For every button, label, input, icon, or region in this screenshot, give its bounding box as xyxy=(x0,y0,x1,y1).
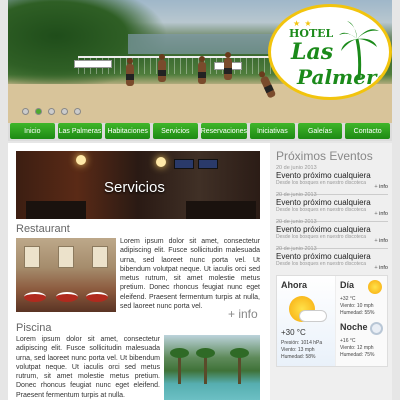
tv-screen xyxy=(198,159,218,169)
weather-day-label: Día xyxy=(340,280,355,290)
slider-dot[interactable] xyxy=(61,108,68,115)
event-description: Desde los bosques en nuestro discoteca xyxy=(276,180,367,186)
window xyxy=(24,246,40,268)
weather-night-humidity: Humedad: 75% xyxy=(340,352,375,358)
weather-forecast: Día +32 °C Viento: 10 mph Humedad: 55% N… xyxy=(335,276,387,366)
hero-player xyxy=(224,52,232,80)
palm-tree-icon xyxy=(339,21,379,79)
weather-widget: Ahora +30 °C Presión: 1014 hPa Viento: 1… xyxy=(276,275,388,367)
event-description: Desde los bosques en nuestro discoteca xyxy=(276,234,367,240)
pool-photo[interactable] xyxy=(164,335,260,400)
event-title: Evento próximo cualquiera xyxy=(276,252,371,261)
events-title: Próximos Eventos xyxy=(276,149,373,163)
sun-icon xyxy=(368,280,382,294)
lamp-light xyxy=(156,157,166,167)
palm-tree xyxy=(230,348,249,384)
event-info-link[interactable]: + info xyxy=(374,265,388,271)
event-info-label: info xyxy=(379,184,388,190)
event-info-link[interactable]: + info xyxy=(374,238,388,244)
event-info-label: info xyxy=(379,211,388,217)
restaurant-photo[interactable] xyxy=(16,238,116,312)
weather-now: Ahora +30 °C Presión: 1014 hPa Viento: 1… xyxy=(277,276,335,366)
more-info-link[interactable]: + info xyxy=(228,307,258,321)
window xyxy=(92,246,108,268)
nav-item[interactable]: Inicio xyxy=(10,123,55,139)
event-info-link[interactable]: + info xyxy=(374,184,388,190)
hero-player xyxy=(126,58,134,86)
servicios-title: Servicios xyxy=(104,179,165,196)
lounge-furniture xyxy=(186,201,256,219)
weather-now-pressure: Presión: 1014 hPa xyxy=(281,340,323,346)
event-info-label: info xyxy=(379,265,388,271)
event-info-prefix: + xyxy=(374,211,378,217)
weather-now-wind: Viento: 13 mph xyxy=(281,347,315,353)
nav-item[interactable]: Galeías xyxy=(297,123,343,139)
dining-table xyxy=(56,292,78,302)
weather-night-label: Noche xyxy=(340,322,368,332)
nav-item[interactable]: Iniciativas xyxy=(250,123,295,139)
lamp-light xyxy=(76,155,86,165)
tv-screen xyxy=(174,159,194,169)
weather-night-wind: Viento: 12 mph xyxy=(340,345,374,351)
event-item[interactable]: 20 de junio 2013 Evento próximo cualquier… xyxy=(276,219,388,249)
event-title: Evento próximo cualquiera xyxy=(276,198,371,207)
lounge-furniture xyxy=(26,201,86,219)
event-item[interactable]: 20 de junio 2013 Evento próximo cualquier… xyxy=(276,165,388,195)
main-nav: Inicio Las Palmeras Habitaciones Servicios R… xyxy=(8,123,392,141)
palm-tree xyxy=(170,348,189,384)
weather-now-label: Ahora xyxy=(281,280,308,290)
event-info-prefix: + xyxy=(374,265,378,271)
slider-dot[interactable] xyxy=(22,108,29,115)
slider-dot[interactable] xyxy=(48,108,55,115)
piscina-text: Lorem ipsum dolor sit amet, consectetur … xyxy=(16,336,160,399)
event-description: Desde los bosques en nuestro discoteca xyxy=(276,207,367,213)
dining-table xyxy=(24,292,46,302)
cloud-icon xyxy=(299,310,327,322)
main-content: Servicios Restaurant Lorem ipsum dolor s… xyxy=(8,143,392,400)
event-title: Evento próximo cualquiera xyxy=(276,171,371,180)
nav-item[interactable]: Contacto xyxy=(345,123,391,139)
logo-name-line1: Las xyxy=(291,39,334,65)
restaurant-title: Restaurant xyxy=(16,223,70,235)
weather-now-temp: +30 °C xyxy=(281,328,306,337)
slider-dot[interactable] xyxy=(35,108,42,115)
piscina-title: Piscina xyxy=(16,322,52,334)
restaurant-text: Lorem ipsum dolor sit amet, consectetur … xyxy=(120,238,260,311)
event-info-prefix: + xyxy=(374,238,378,244)
event-info-label: info xyxy=(379,238,388,244)
weather-night-temp: +16 °C xyxy=(340,338,356,344)
weather-day-wind: Viento: 10 mph xyxy=(340,303,374,309)
moon-icon xyxy=(370,322,383,335)
hotel-logo[interactable]: ★ ★ HOTEL Las Palmeras xyxy=(268,4,392,100)
weather-day-temp: +32 °C xyxy=(340,296,356,302)
sidebar: Próximos Eventos 20 de junio 2013 Evento … xyxy=(270,143,392,400)
event-info-link[interactable]: + info xyxy=(374,211,388,217)
window xyxy=(58,246,74,268)
dining-table xyxy=(86,292,108,302)
weather-day-humidity: Humedad: 55% xyxy=(340,310,375,316)
servicios-banner[interactable]: Servicios xyxy=(16,151,260,219)
event-description: Desde los bosques en nuestro discoteca xyxy=(276,261,367,267)
nav-item[interactable]: Habitaciones xyxy=(105,123,151,139)
weather-now-humidity: Humedad: 58% xyxy=(281,354,316,360)
slider-dot[interactable] xyxy=(74,108,81,115)
hero-player xyxy=(198,56,206,84)
nav-item[interactable]: Servicios xyxy=(153,123,198,139)
palm-tree xyxy=(196,348,215,384)
event-item[interactable]: 20 de junio 2013 Evento próximo cualquier… xyxy=(276,192,388,222)
page: ★ ★ HOTEL Las Palmeras Inicio Las Palmera… xyxy=(0,0,400,400)
event-info-prefix: + xyxy=(374,184,378,190)
event-item[interactable]: 20 de junio 2013 Evento próximo cualquier… xyxy=(276,246,388,276)
slider-dots xyxy=(22,108,81,115)
hero-sign xyxy=(74,60,112,68)
nav-item[interactable]: Reservaciones xyxy=(200,123,247,139)
event-title: Evento próximo cualquiera xyxy=(276,225,371,234)
nav-item[interactable]: Las Palmeras xyxy=(57,123,103,139)
hero-player xyxy=(158,54,166,82)
